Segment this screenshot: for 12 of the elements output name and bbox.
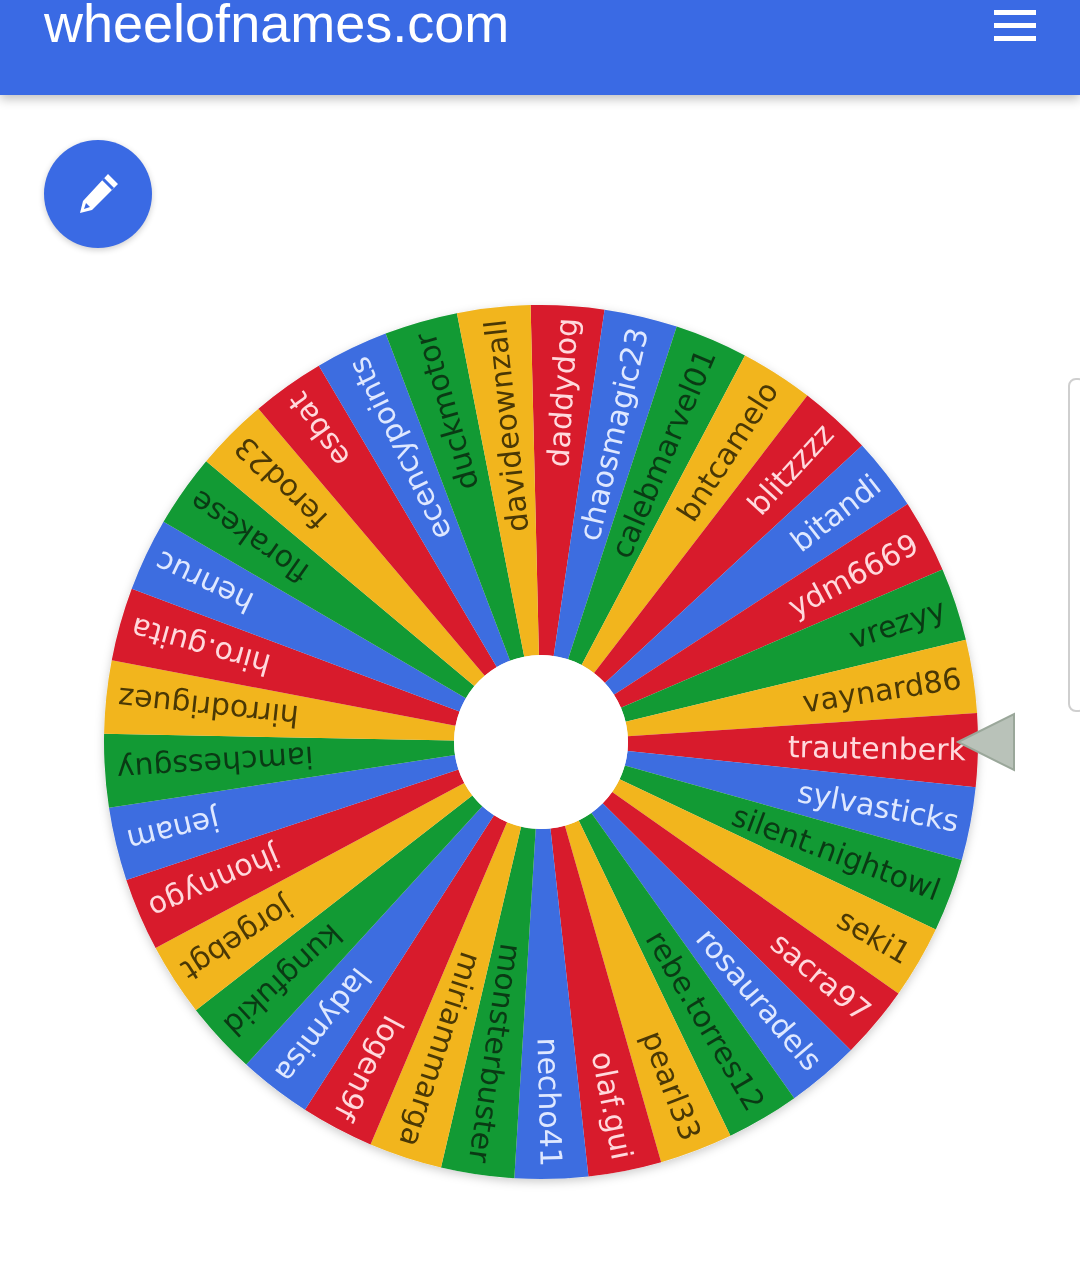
entry-name: hirrodriguez: [116, 680, 301, 735]
entry-name: trautenberk: [787, 729, 967, 768]
entry-name: necho41: [530, 1037, 569, 1168]
entry-name: olaf.gui: [584, 1048, 640, 1163]
entry-name: iamchessguy: [115, 739, 315, 788]
entry-name: davideownzall: [477, 317, 536, 534]
menu-button[interactable]: [994, 10, 1036, 42]
wheel-center[interactable]: [454, 655, 628, 829]
entry-name: vaynard86: [800, 660, 964, 720]
edit-button[interactable]: [44, 140, 152, 248]
site-title[interactable]: wheelofnames.com: [44, 0, 510, 50]
entry-name: daddydog: [540, 316, 585, 469]
